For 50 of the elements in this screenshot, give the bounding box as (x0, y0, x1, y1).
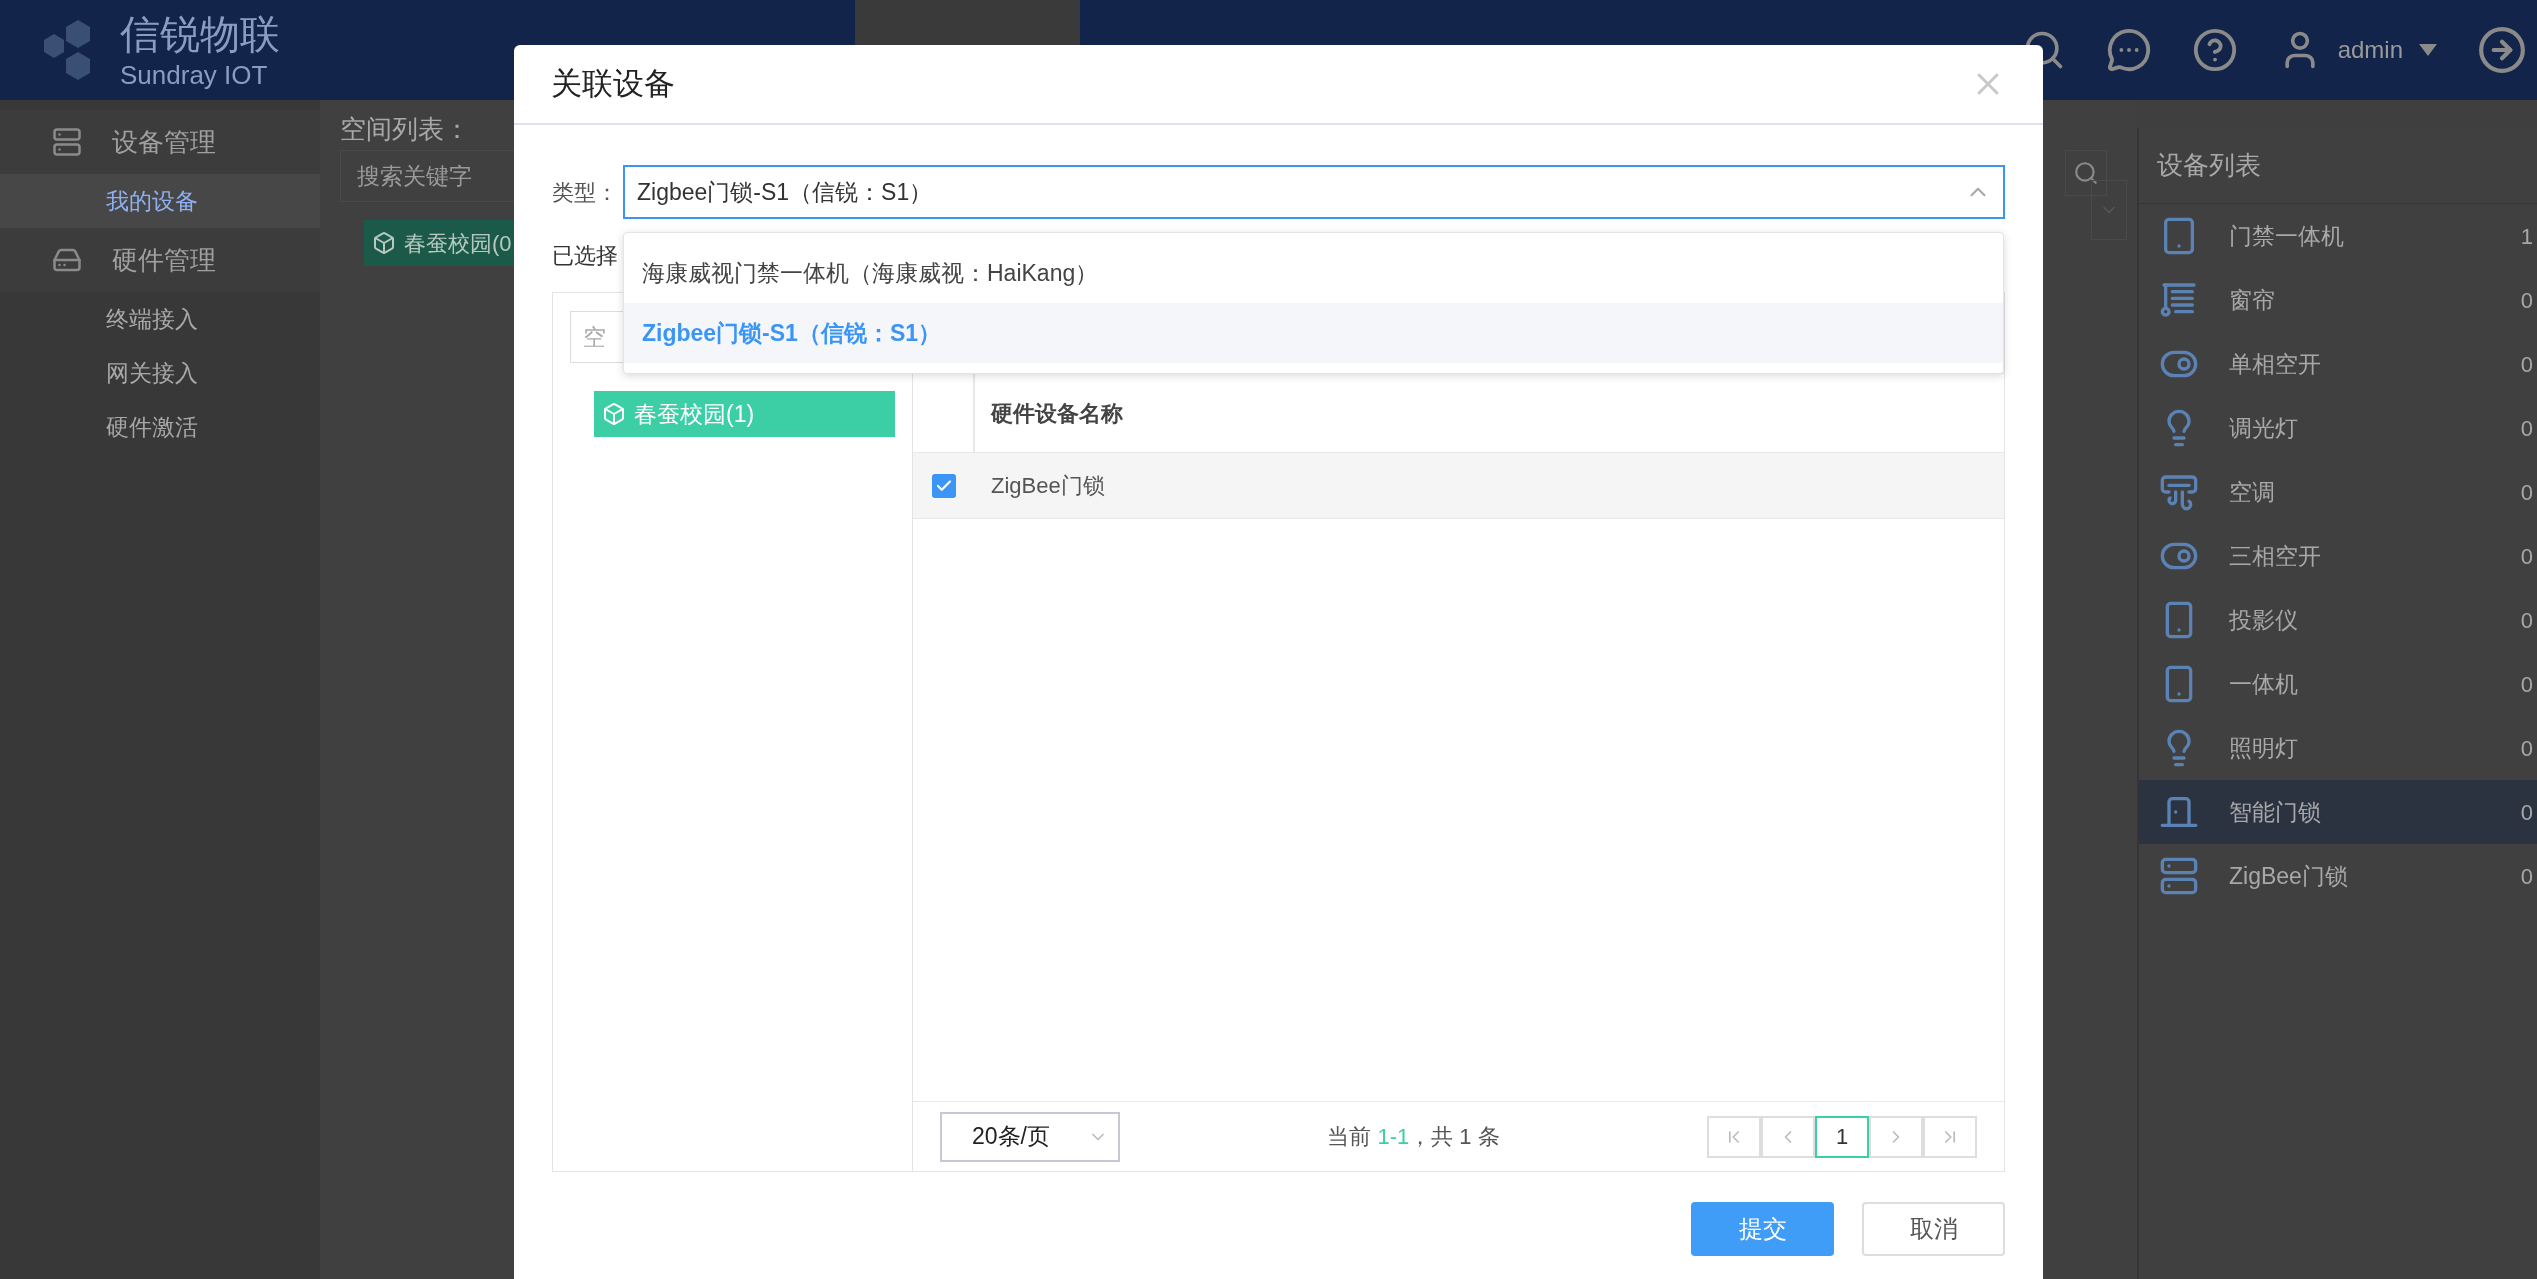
search-icon (2073, 160, 2099, 186)
dropdown-toggle[interactable] (2091, 180, 2127, 240)
device-count: 0 (2520, 478, 2533, 507)
logo-subtitle: Sundray IOT (120, 58, 269, 92)
table-cell-text: ZigBee门锁 (990, 472, 1105, 500)
logout-icon[interactable] (2477, 25, 2527, 75)
dropdown-option[interactable]: 海康威视门禁一体机（海康威视：HaiKang） (624, 243, 2003, 303)
device-count: 1 (2520, 222, 2533, 251)
sidebar-item[interactable]: 终端接入 (0, 292, 320, 346)
sidebar-group[interactable]: 硬件管理 (0, 228, 320, 292)
help-icon[interactable] (2191, 27, 2238, 73)
page-size-select[interactable]: 20条/页 (940, 1111, 1120, 1162)
chat-icon[interactable] (2105, 27, 2152, 73)
type-label: 类型： (552, 178, 619, 207)
dialog-title: 关联设备 (551, 64, 676, 103)
server-icon (52, 127, 82, 157)
page-button[interactable]: 1 (1815, 1115, 1869, 1158)
sidebar-item[interactable]: 我的设备 (0, 174, 320, 228)
panel-title: 设备列表 (2157, 149, 2261, 182)
device-count: 0 (2520, 606, 2533, 635)
panel-title: 空间列表： (340, 113, 471, 146)
dropdown-option[interactable]: Zigbee门锁-S1（信锐：S1） (624, 303, 2003, 363)
page-summary: 当前 1-1，共 1 条 (1327, 1123, 1500, 1151)
device-count: 0 (2520, 862, 2533, 891)
submit-button[interactable]: 提交 (1691, 1202, 1834, 1256)
cancel-button[interactable]: 取消 (1862, 1202, 2005, 1256)
sidebar-item[interactable]: 硬件激活 (0, 400, 320, 454)
device-count: 0 (2520, 350, 2533, 379)
device-count: 0 (2520, 286, 2533, 315)
box-icon (602, 402, 626, 426)
table-row[interactable]: ZigBee门锁 (913, 453, 2004, 519)
sidebar-item[interactable]: 网关接入 (0, 346, 320, 400)
caret-icon[interactable] (2419, 44, 2437, 56)
box-icon (372, 231, 396, 255)
selected-label: 已选择 (552, 242, 618, 270)
air-vent-icon (2159, 472, 2199, 512)
device-count: 0 (2520, 798, 2533, 827)
device-count: 0 (2520, 414, 2533, 443)
server-icon (2159, 856, 2199, 896)
checkbox[interactable] (932, 473, 956, 498)
search-button[interactable] (2065, 150, 2107, 196)
device-count: 0 (2520, 542, 2533, 571)
sidebar-group[interactable]: 设备管理 (0, 110, 320, 174)
logo-title: 信锐物联 (120, 10, 280, 58)
column-header: 硬件设备名称 (989, 399, 1123, 428)
user-name[interactable]: admin (2337, 32, 2403, 68)
device-list-item[interactable]: 智能门锁 0 (2139, 780, 2537, 844)
type-select[interactable]: Zigbee门锁-S1（信锐：S1） (623, 165, 2005, 219)
device-count: 0 (2520, 734, 2533, 763)
device-count: 0 (2520, 670, 2533, 699)
